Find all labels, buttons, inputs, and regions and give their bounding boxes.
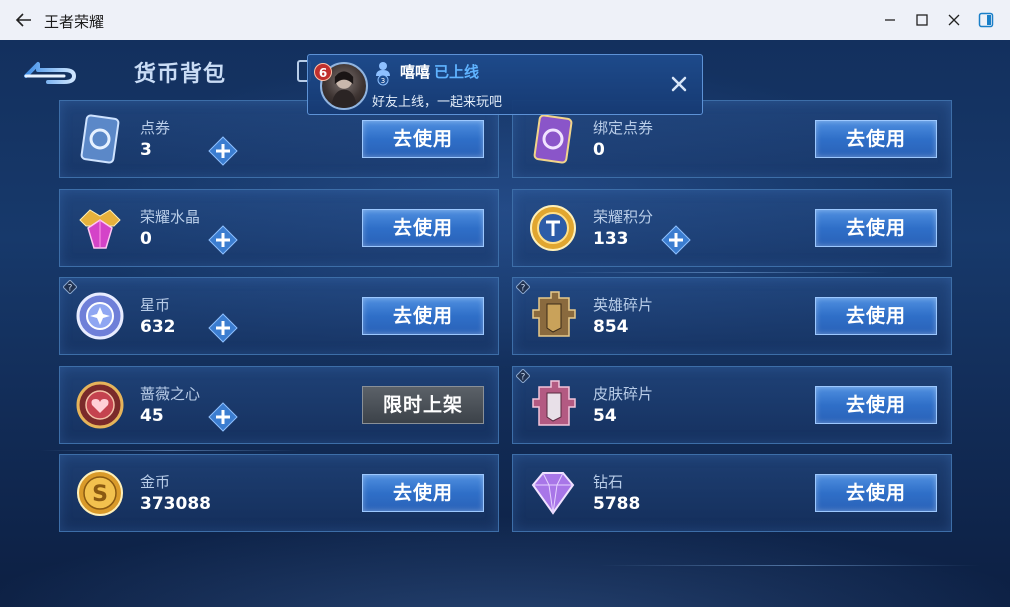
currency-value: 0 xyxy=(593,140,605,160)
currency-value: 54 xyxy=(593,406,617,426)
use-button[interactable]: 去使用 xyxy=(362,209,484,247)
window-title: 王者荣耀 xyxy=(44,13,105,31)
currency-value: 854 xyxy=(593,317,629,337)
light-streak xyxy=(40,450,300,451)
unread-badge: 6 xyxy=(314,63,332,81)
close-icon[interactable] xyxy=(670,75,688,93)
close-icon[interactable] xyxy=(944,10,964,30)
currency-label: 荣耀积分 xyxy=(593,208,654,226)
currency-label: 点券 xyxy=(140,119,171,137)
currency-value: 0 xyxy=(140,229,152,249)
currency-label: 钻石 xyxy=(593,473,624,491)
notification-message: 好友上线，一起来玩吧 xyxy=(372,95,503,110)
currency-card-jinbi: S 金币 373088 去使用 xyxy=(59,454,499,532)
skin-fragment-icon xyxy=(532,380,576,426)
use-button[interactable]: 去使用 xyxy=(815,297,937,335)
currency-card-qiangwei: 蔷薇之心 45 限时上架 xyxy=(59,366,499,444)
gold-coin-icon: S xyxy=(77,470,123,516)
window-titlebar: 王者荣耀 xyxy=(0,0,1010,40)
currency-label: 金币 xyxy=(140,473,171,491)
use-button[interactable]: 去使用 xyxy=(815,120,937,158)
currency-card-pifu: ? 皮肤碎片 54 去使用 xyxy=(512,366,952,444)
friend-name: 嘻嘻 xyxy=(400,63,431,81)
friend-level: 3 xyxy=(381,77,385,85)
currency-card-zuanshi: 钻石 5788 去使用 xyxy=(512,454,952,532)
rose-heart-icon xyxy=(76,381,124,429)
use-button[interactable]: 去使用 xyxy=(362,120,484,158)
currency-label: 荣耀水晶 xyxy=(140,208,201,226)
use-button[interactable]: 去使用 xyxy=(815,474,937,512)
plus-icon[interactable] xyxy=(208,225,238,255)
use-button[interactable]: 去使用 xyxy=(362,297,484,335)
currency-card-xingbi: ? 星币 632 去使用 xyxy=(59,277,499,355)
use-button[interactable]: 去使用 xyxy=(815,386,937,424)
hero-fragment-icon xyxy=(532,291,576,337)
light-streak xyxy=(600,565,980,566)
minimize-icon[interactable] xyxy=(880,10,900,30)
currency-card-shuijing: 荣耀水晶 0 去使用 xyxy=(59,189,499,267)
sidebar-toggle-icon[interactable] xyxy=(976,10,996,30)
back-arrow-icon[interactable] xyxy=(14,10,34,30)
friend-online-notification[interactable]: 6 3 嘻嘻 已上线 好友上线，一起来玩吧 xyxy=(307,54,703,115)
bound-ticket-card-icon xyxy=(533,114,573,164)
plus-icon[interactable] xyxy=(208,136,238,166)
currency-value: 133 xyxy=(593,229,629,249)
star-coin-icon xyxy=(76,292,124,340)
currency-card-yingxiong: ? 英雄碎片 854 去使用 xyxy=(512,277,952,355)
plus-icon[interactable] xyxy=(208,402,238,432)
plus-icon[interactable] xyxy=(661,225,691,255)
game-view: 货币背包 点券 3 去使用 绑定点券 0 去使用 荣耀水晶 0 去使用 荣耀积分… xyxy=(0,40,1010,607)
maximize-icon[interactable] xyxy=(912,10,932,30)
crystal-crown-icon xyxy=(79,209,121,249)
currency-label: 皮肤碎片 xyxy=(593,385,654,403)
page-title: 货币背包 xyxy=(134,62,227,87)
use-button[interactable]: 去使用 xyxy=(362,474,484,512)
currency-card-jifen: 荣耀积分 133 去使用 xyxy=(512,189,952,267)
online-status: 已上线 xyxy=(434,63,480,81)
svg-text:S: S xyxy=(92,482,108,507)
currency-value: 373088 xyxy=(140,494,211,514)
currency-value: 632 xyxy=(140,317,176,337)
points-coin-icon xyxy=(530,205,576,251)
return-icon[interactable] xyxy=(24,58,80,84)
diamond-icon xyxy=(531,472,575,515)
currency-value: 45 xyxy=(140,406,164,426)
use-button[interactable]: 去使用 xyxy=(815,209,937,247)
currency-value: 5788 xyxy=(593,494,641,514)
currency-label: 蔷薇之心 xyxy=(140,385,201,403)
limited-time-button[interactable]: 限时上架 xyxy=(362,386,484,424)
currency-label: 星币 xyxy=(140,296,171,314)
ticket-card-icon xyxy=(80,114,120,164)
currency-value: 3 xyxy=(140,140,152,160)
friend-level-icon: 3 xyxy=(376,62,390,86)
plus-icon[interactable] xyxy=(208,313,238,343)
currency-label: 绑定点券 xyxy=(593,119,654,137)
currency-label: 英雄碎片 xyxy=(593,296,654,314)
light-streak xyxy=(560,272,890,273)
